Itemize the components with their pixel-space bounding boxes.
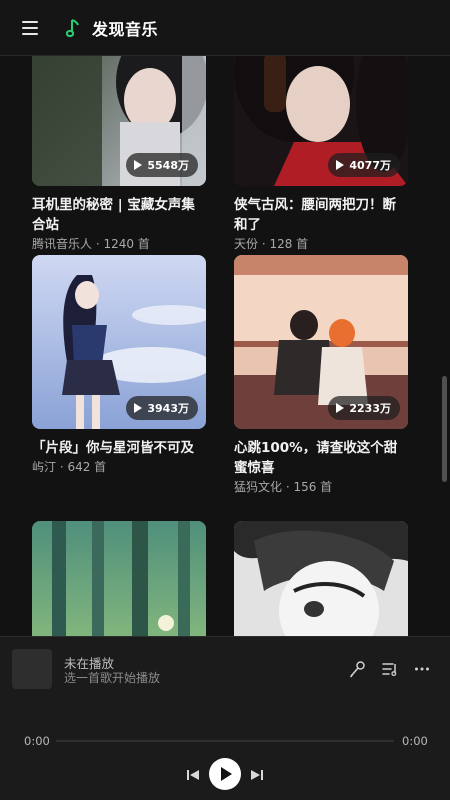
play-button[interactable] — [209, 758, 241, 790]
playlist-feed[interactable]: 5548万 耳机里的秘密 | 宝藏女声集合站 腾讯音乐人 · 1240 首 40… — [0, 56, 450, 636]
total-time: 0:00 — [402, 734, 428, 748]
play-count: 3943万 — [147, 402, 189, 415]
playlist-card[interactable]: 3943万 「片段」你与星河皆不可及 屿汀 · 642 首 — [32, 255, 206, 475]
previous-icon[interactable] — [185, 767, 201, 783]
play-icon — [336, 160, 345, 170]
playlist-meta: 天份 · 128 首 — [234, 237, 309, 251]
playlist-card[interactable]: 5548万 耳机里的秘密 | 宝藏女声集合站 腾讯音乐人 · 1240 首 — [32, 56, 206, 252]
play-icon — [134, 160, 143, 170]
playlist-cover[interactable] — [234, 521, 408, 636]
page-title: 发现音乐 — [92, 19, 159, 39]
mic-icon[interactable] — [348, 659, 368, 679]
playlist-title[interactable]: 侠气古风：腰间两把刀！断和了 — [234, 195, 408, 235]
playlist-cover[interactable] — [32, 521, 206, 636]
next-icon[interactable] — [249, 767, 265, 783]
hamburger-menu-icon — [22, 20, 38, 35]
playlist-card[interactable]: 4077万 侠气古风：腰间两把刀！断和了 天份 · 128 首 — [234, 56, 408, 252]
play-count: 2233万 — [349, 402, 391, 415]
play-count-badge: 4077万 — [328, 153, 400, 177]
playlist-card[interactable] — [32, 521, 206, 636]
play-count: 4077万 — [349, 159, 391, 172]
brand: 发现音乐 — [64, 16, 158, 40]
playlist-cover[interactable]: 4077万 — [234, 56, 408, 186]
more-icon[interactable] — [412, 659, 432, 679]
playlist-meta: 腾讯音乐人 · 1240 首 — [32, 237, 150, 251]
play-count: 5548万 — [147, 159, 189, 172]
now-playing-hint: 选一首歌开始播放 — [64, 671, 161, 685]
playlist-icon[interactable] — [380, 659, 400, 679]
playlist-meta: 屿汀 · 642 首 — [32, 460, 107, 474]
playlist-card[interactable]: 2233万 心跳100%，请查收这个甜蜜惊喜 猛犸文化 · 156 首 — [234, 255, 408, 495]
play-count-badge: 2233万 — [328, 396, 400, 420]
music-note-icon — [64, 17, 84, 39]
playlist-card[interactable] — [234, 521, 408, 636]
playlist-title[interactable]: 「片段」你与星河皆不可及 — [32, 438, 206, 458]
playlist-title[interactable]: 心跳100%，请查收这个甜蜜惊喜 — [234, 438, 408, 478]
playlist-cover[interactable]: 2233万 — [234, 255, 408, 429]
play-icon — [134, 403, 143, 413]
now-playing-artwork — [12, 649, 52, 689]
scrollbar-thumb[interactable] — [442, 376, 447, 482]
play-count-badge: 3943万 — [126, 396, 198, 420]
play-count-badge: 5548万 — [126, 153, 198, 177]
play-icon — [221, 767, 232, 781]
menu-button[interactable] — [0, 0, 60, 56]
player-bar: 未在播放 选一首歌开始播放 0:00 0:00 — [0, 636, 450, 800]
playlist-meta: 猛犸文化 · 156 首 — [234, 480, 333, 494]
top-bar: 发现音乐 — [0, 0, 450, 56]
progress-bar[interactable] — [56, 740, 394, 742]
playlist-cover[interactable]: 3943万 — [32, 255, 206, 429]
play-icon — [336, 403, 345, 413]
playlist-title[interactable]: 耳机里的秘密 | 宝藏女声集合站 — [32, 195, 206, 235]
current-time: 0:00 — [24, 734, 50, 748]
playlist-cover[interactable]: 5548万 — [32, 56, 206, 186]
